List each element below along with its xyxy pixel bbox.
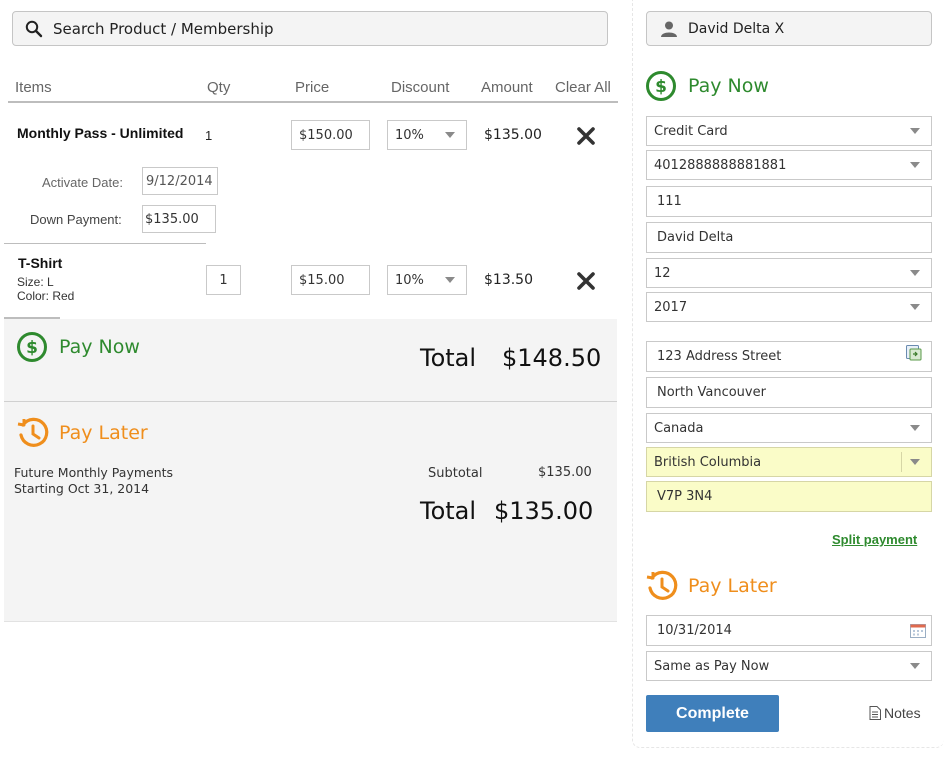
item-qty: 1 [205, 128, 213, 143]
down-payment-input[interactable]: $135.00 [142, 205, 216, 233]
chevron-down-icon [910, 128, 920, 134]
split-payment-link[interactable]: Split payment [832, 532, 917, 547]
pay-now-total-label: Total [420, 344, 477, 372]
row-divider [4, 243, 206, 244]
pay-later-date-input[interactable]: 10/31/2014 [646, 615, 932, 646]
city-input[interactable]: North Vancouver [646, 377, 932, 408]
address-input[interactable]: 123 Address Street [646, 341, 932, 372]
document-icon [869, 706, 881, 720]
dollar-icon: $ [17, 332, 47, 362]
discount-select[interactable]: 10% [387, 265, 467, 295]
clock-icon [17, 417, 49, 447]
subtotal-label: Subtotal [428, 466, 483, 481]
header-amount: Amount [481, 79, 533, 96]
item-amount: $135.00 [484, 127, 542, 143]
chevron-down-icon [445, 277, 455, 283]
search-input[interactable]: Search Product / Membership [12, 11, 608, 46]
clock-icon [646, 570, 678, 600]
calendar-icon[interactable] [910, 623, 926, 638]
item-size: Size: L [17, 275, 54, 289]
header-price: Price [295, 79, 330, 96]
item-name: Monthly Pass - Unlimited [17, 125, 184, 141]
pay-later-heading: Pay Later [688, 575, 777, 597]
header-divider [8, 101, 618, 103]
remove-item-icon[interactable] [576, 126, 596, 146]
expiry-year-select[interactable]: 2017 [646, 292, 932, 322]
item-name: T-Shirt [18, 255, 63, 271]
card-number-select[interactable]: 4012888888881881 [646, 150, 932, 180]
clear-all-button[interactable]: Clear All [555, 79, 611, 96]
header-qty: Qty [207, 79, 231, 96]
pay-later-total-value: $135.00 [494, 497, 594, 525]
payment-method-select[interactable]: Credit Card [646, 116, 932, 146]
remove-item-icon[interactable] [576, 271, 596, 291]
header-discount: Discount [391, 79, 450, 96]
expiry-month-select[interactable]: 12 [646, 258, 932, 288]
chevron-down-icon [910, 162, 920, 168]
chevron-down-icon [910, 304, 920, 310]
notes-button[interactable]: Notes [869, 705, 921, 721]
cardholder-input[interactable]: David Delta [646, 222, 932, 253]
future-payments-text: Future Monthly Payments [14, 465, 174, 480]
country-select[interactable]: Canada [646, 413, 932, 443]
down-payment-label: Down Payment: [30, 212, 122, 227]
pay-later-total-label: Total [420, 497, 477, 525]
item-color: Color: Red [17, 289, 75, 303]
cvv-input[interactable]: 111 [646, 186, 932, 217]
header-items: Items [15, 79, 52, 96]
price-input[interactable]: $150.00 [291, 120, 370, 150]
chevron-down-icon [445, 132, 455, 138]
panel-accent-line [4, 317, 60, 319]
chevron-down-icon [910, 459, 920, 465]
activate-date-label: Activate Date: [42, 175, 123, 190]
dollar-icon: $ [646, 71, 676, 101]
address-card-icon[interactable] [905, 344, 923, 362]
customer-selector[interactable]: David Delta X [646, 11, 932, 46]
notes-label: Notes [884, 705, 921, 721]
svg-text:$: $ [26, 338, 38, 358]
province-select[interactable]: British Columbia [646, 447, 932, 477]
postal-code-input[interactable]: V7P 3N4 [646, 481, 932, 512]
activate-date-input[interactable]: 9/12/2014 [142, 167, 218, 195]
user-icon [661, 21, 677, 37]
pay-now-heading: Pay Now [59, 336, 140, 358]
pay-later-heading: Pay Later [59, 422, 148, 444]
summary-divider [4, 401, 617, 402]
chevron-down-icon [910, 270, 920, 276]
price-input[interactable]: $15.00 [291, 265, 370, 295]
pay-now-heading: Pay Now [688, 75, 769, 97]
pay-later-method-select[interactable]: Same as Pay Now [646, 651, 932, 681]
search-placeholder: Search Product / Membership [53, 19, 274, 38]
qty-input[interactable]: 1 [206, 265, 241, 295]
complete-button[interactable]: Complete [646, 695, 779, 732]
item-amount: $13.50 [484, 272, 533, 288]
future-start-text: Starting Oct 31, 2014 [14, 481, 150, 496]
chevron-down-icon [910, 663, 920, 669]
chevron-down-icon [910, 425, 920, 431]
search-icon [25, 20, 43, 38]
svg-text:$: $ [655, 77, 667, 97]
discount-select[interactable]: 10% [387, 120, 467, 150]
subtotal-value: $135.00 [538, 465, 592, 480]
customer-name: David Delta X [688, 20, 785, 37]
pay-now-total-value: $148.50 [502, 344, 602, 372]
